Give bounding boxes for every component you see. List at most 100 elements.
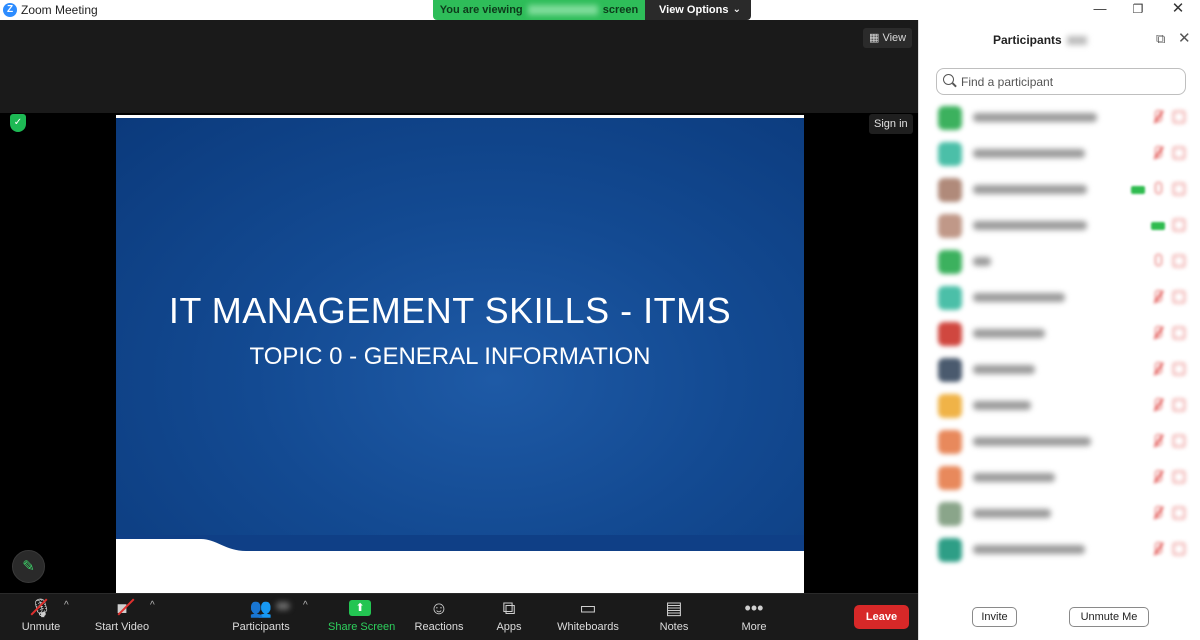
participant-row[interactable] — [919, 388, 1200, 424]
presenter-name-redacted — [527, 5, 598, 16]
whiteboards-button[interactable]: ▭ Whiteboards — [556, 596, 620, 640]
annotate-pencil-button[interactable]: ✎ — [12, 550, 45, 583]
participant-row[interactable] — [919, 244, 1200, 280]
participants-panel: Participants ⧉ ✕ Find a participant Invi… — [918, 20, 1200, 640]
participant-avatar — [938, 250, 962, 274]
participant-avatar — [938, 430, 962, 454]
video-camera-off-icon: ■ — [116, 598, 128, 618]
participant-search-input[interactable] — [961, 73, 1181, 91]
video-options-caret[interactable]: ^ — [150, 600, 155, 611]
apps-icon: ⧉ — [502, 598, 516, 618]
view-button[interactable]: ▦ View — [863, 28, 913, 48]
slide-subtitle: TOPIC 0 - GENERAL INFORMATION — [249, 343, 651, 370]
unmute-me-button[interactable]: Unmute Me — [1069, 607, 1149, 627]
close-window-button[interactable]: ✕ — [1158, 0, 1198, 20]
participant-row[interactable] — [919, 280, 1200, 316]
stage-top-area — [0, 20, 918, 113]
share-screen-label: Share Screen — [328, 621, 396, 633]
participant-row[interactable] — [919, 460, 1200, 496]
microphone-muted-icon — [1153, 361, 1163, 377]
participants-options-caret[interactable]: ^ — [303, 600, 308, 611]
panel-title-text: Participants — [993, 33, 1062, 47]
participant-row[interactable] — [919, 136, 1200, 172]
start-video-button[interactable]: ■ Start Video — [92, 596, 152, 640]
participant-name-redacted — [973, 329, 1045, 338]
participant-avatar — [938, 502, 962, 526]
participant-name-redacted — [973, 221, 1087, 230]
participant-name-redacted — [973, 509, 1051, 518]
maximize-button[interactable]: ❐ — [1118, 0, 1158, 20]
unmute-button[interactable]: 🎙 Unmute — [16, 596, 66, 640]
more-label: More — [741, 621, 767, 633]
participant-row[interactable] — [919, 172, 1200, 208]
grid-icon: ▦ — [869, 32, 880, 44]
emoji-add-icon: ☺ — [429, 598, 449, 618]
view-label: View — [882, 32, 907, 44]
microphone-muted-icon — [1153, 397, 1163, 413]
participant-row[interactable] — [919, 316, 1200, 352]
minimize-button[interactable]: — — [1080, 0, 1120, 20]
reactions-button[interactable]: ☺ Reactions — [414, 596, 464, 640]
share-screen-button[interactable]: ⬆ Share Screen — [328, 596, 396, 640]
participant-name-redacted — [973, 473, 1055, 482]
participant-row[interactable] — [919, 496, 1200, 532]
video-off-icon — [1173, 507, 1185, 519]
more-dots-icon: ••• — [744, 598, 764, 618]
start-video-label: Start Video — [94, 621, 150, 633]
video-off-icon — [1173, 471, 1185, 483]
search-icon — [943, 74, 954, 85]
participants-label: Participants — [232, 621, 290, 633]
video-off-icon — [1173, 435, 1185, 447]
video-on-icon — [1151, 222, 1165, 230]
slide-title: IT MANAGEMENT SKILLS - ITMS — [168, 290, 732, 331]
participant-count-redacted — [276, 602, 290, 610]
participant-avatar — [938, 466, 962, 490]
apps-button[interactable]: ⧉ Apps — [490, 596, 528, 640]
video-on-icon — [1131, 186, 1145, 194]
microphone-icon — [1153, 253, 1163, 269]
participant-row[interactable] — [919, 532, 1200, 568]
participant-row[interactable] — [919, 352, 1200, 388]
video-off-icon — [1173, 543, 1185, 555]
whiteboards-label: Whiteboards — [557, 621, 619, 633]
chevron-down-icon: ⌄ — [732, 4, 741, 15]
panel-title: Participants — [993, 33, 1087, 47]
participant-name-redacted — [973, 401, 1031, 410]
notes-button[interactable]: ▤ Notes — [656, 596, 692, 640]
participant-list — [919, 100, 1200, 568]
apps-label: Apps — [496, 621, 522, 633]
sign-in-button[interactable]: Sign in — [869, 114, 913, 134]
more-button[interactable]: ••• More — [738, 596, 770, 640]
participant-avatar — [938, 538, 962, 562]
participant-search[interactable] — [936, 68, 1186, 95]
viewing-suffix: screen — [602, 4, 639, 16]
encryption-shield-icon[interactable]: ✓ — [10, 114, 26, 132]
zoom-logo-icon: Z — [3, 3, 17, 17]
participant-avatar — [938, 394, 962, 418]
view-options-button[interactable]: View Options ⌄ — [645, 0, 751, 20]
microphone-muted-icon: 🎙 — [29, 598, 53, 618]
notes-icon: ▤ — [665, 598, 683, 618]
leave-button[interactable]: Leave — [854, 605, 909, 629]
participant-name-redacted — [973, 437, 1091, 446]
close-panel-icon[interactable]: ✕ — [1178, 29, 1191, 47]
video-off-icon — [1173, 327, 1185, 339]
popout-icon[interactable]: ⧉ — [1156, 31, 1165, 47]
slide-background — [116, 118, 804, 554]
video-off-icon — [1173, 147, 1185, 159]
share-screen-arrow-icon: ⬆ — [349, 600, 371, 616]
audio-options-caret[interactable]: ^ — [64, 600, 69, 611]
view-options-label: View Options — [659, 4, 729, 16]
video-off-icon — [1173, 291, 1185, 303]
participant-count-redacted — [1066, 36, 1087, 46]
microphone-muted-icon — [1153, 433, 1163, 449]
invite-button[interactable]: Invite — [972, 607, 1017, 627]
participant-row[interactable] — [919, 208, 1200, 244]
video-off-icon — [1173, 111, 1185, 123]
participant-name-redacted — [973, 545, 1085, 554]
participant-row[interactable] — [919, 424, 1200, 460]
viewing-prefix: You are viewing — [439, 4, 523, 16]
reactions-label: Reactions — [414, 621, 464, 633]
participant-row[interactable] — [919, 100, 1200, 136]
participant-avatar — [938, 142, 962, 166]
